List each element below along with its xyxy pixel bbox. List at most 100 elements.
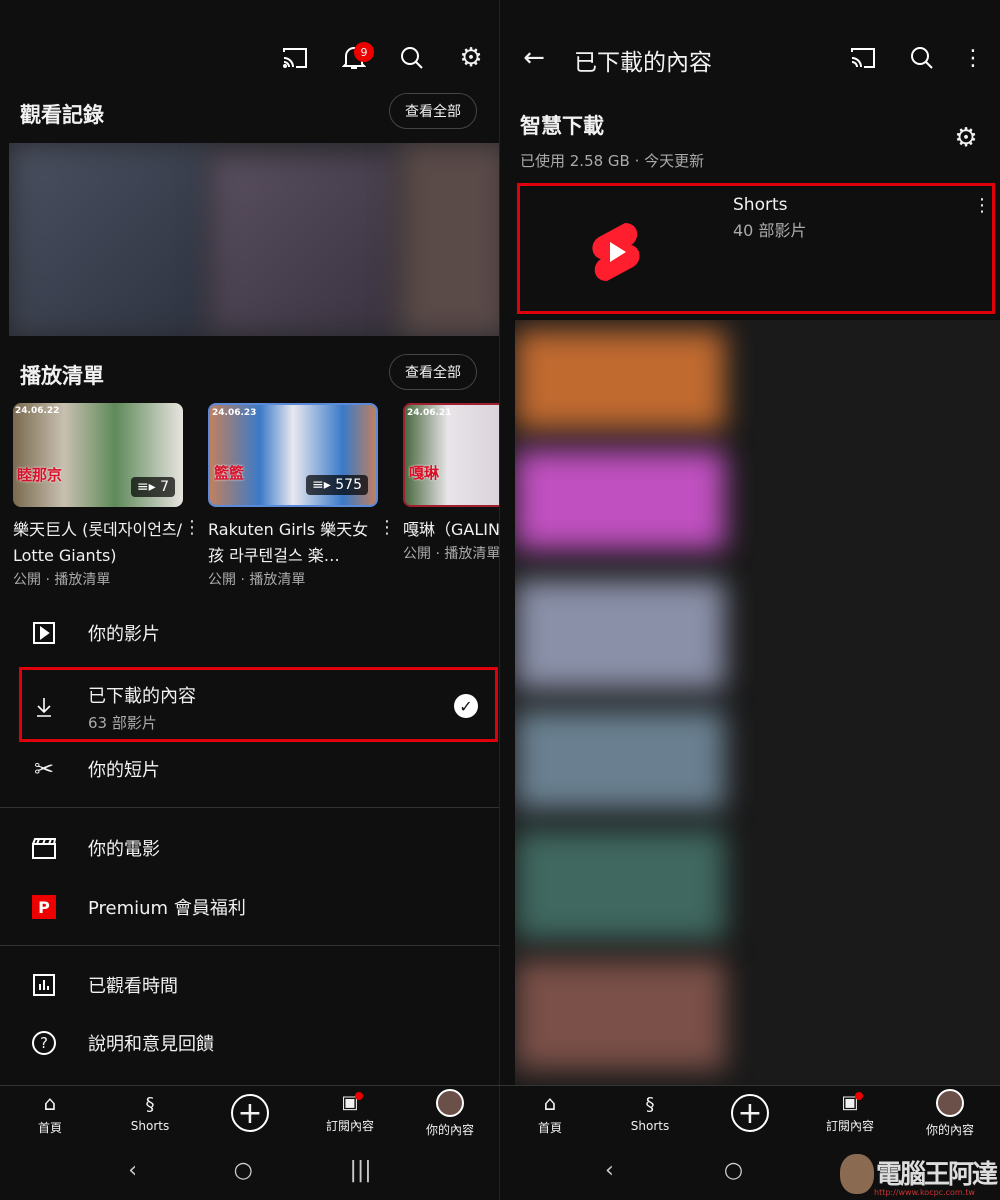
playlist-thumbnail[interactable]: 24.06.23 籃籃 ≡▸ 575: [208, 403, 378, 507]
search-icon[interactable]: [908, 44, 936, 72]
subscriptions-icon: ▣: [841, 1092, 863, 1113]
watermark-url: http://www.kocpc.com.tw: [874, 1188, 975, 1197]
library-panel: 9 ⚙ 觀看記錄 查看全部 播放清單 查看全部 24.06.22 睦那京 ≡▸ …: [0, 0, 500, 1200]
back-icon[interactable]: ‹: [128, 1158, 137, 1183]
more-icon[interactable]: ⋮: [183, 517, 201, 538]
playlist-meta: 公開 · 播放清單: [13, 572, 111, 588]
nav-shorts[interactable]: § Shorts: [600, 1086, 700, 1140]
nav-label: 首頁: [37, 1120, 62, 1135]
menu-label: 你的影片: [88, 624, 160, 645]
thumb-tag: 睦那京: [17, 466, 63, 484]
nav-label: Shorts: [630, 1118, 670, 1133]
scissors-icon: ✂: [33, 755, 55, 783]
playlist-meta: 公開 · 播放清單: [403, 546, 500, 562]
home-circle-icon[interactable]: ○: [234, 1158, 253, 1183]
cast-icon[interactable]: [849, 44, 877, 72]
watermark-mascot-icon: [840, 1154, 874, 1194]
settings-icon[interactable]: ⚙: [952, 123, 980, 153]
nav-label: 首頁: [537, 1120, 562, 1135]
playlist-title[interactable]: Rakuten Girls 樂天女孩 라쿠텐걸스 楽…: [208, 517, 378, 569]
notification-badge: 9: [354, 42, 374, 62]
nav-label: 訂閱內容: [325, 1119, 374, 1133]
cast-icon[interactable]: [281, 44, 309, 72]
playlists-title: 播放清單: [20, 364, 104, 388]
home-icon: ⌂: [543, 1090, 557, 1115]
playlist-title[interactable]: 嘎琳（GALIN: [403, 517, 499, 543]
nav-you[interactable]: 你的內容: [900, 1086, 1000, 1140]
history-carousel[interactable]: [9, 143, 499, 336]
thumb-date: 24.06.23: [212, 408, 257, 418]
thumb-date: 24.06.21: [407, 408, 452, 418]
playlist-meta: 公開 · 播放清單: [208, 572, 306, 588]
nav-subscriptions[interactable]: ▣ 訂閱內容: [300, 1086, 400, 1140]
avatar: [936, 1088, 964, 1117]
clapperboard-icon: [0, 837, 88, 859]
back-arrow-icon[interactable]: ←: [520, 43, 548, 73]
avatar: [436, 1088, 464, 1117]
playlist-title[interactable]: 樂天巨人 (롯데자이언츠/ Lotte Giants): [13, 517, 183, 569]
playlist-count: ≡▸ 7: [130, 477, 175, 497]
home-circle-icon[interactable]: ○: [724, 1158, 743, 1183]
system-nav: ‹ ○ |||: [0, 1140, 500, 1200]
premium-letter: P: [32, 895, 56, 919]
menu-label: 已觀看時間: [88, 976, 178, 997]
nav-home[interactable]: ⌂ 首頁: [500, 1086, 600, 1140]
menu-label: 你的短片: [88, 760, 160, 781]
back-icon[interactable]: ‹: [605, 1158, 614, 1183]
play-square-icon: [0, 622, 88, 644]
bottom-nav: ⌂ 首頁 § Shorts + ▣ 訂閱內容 你的內容: [500, 1085, 1000, 1140]
history-view-all-button[interactable]: 查看全部: [389, 93, 477, 129]
more-icon[interactable]: ⋮: [378, 517, 396, 538]
watermark: 電腦王阿達 http://www.kocpc.com.tw: [840, 1150, 1000, 1200]
divider: [0, 807, 499, 808]
nav-home[interactable]: ⌂ 首頁: [0, 1086, 100, 1140]
highlight-box: [517, 183, 995, 314]
menu-your-shorts[interactable]: ✂ 你的短片: [0, 747, 499, 791]
menu-label: 說明和意見回饋: [88, 1034, 214, 1055]
menu-watch-time[interactable]: 已觀看時間: [0, 963, 499, 1007]
thumb-tag: 籃籃: [214, 464, 245, 482]
help-icon: ?: [0, 1031, 88, 1055]
divider: [0, 945, 499, 946]
menu-your-movies[interactable]: 你的電影: [0, 826, 499, 870]
nav-create[interactable]: +: [700, 1086, 800, 1140]
thumb-tag: 嘎琳: [409, 464, 440, 482]
menu-premium[interactable]: P Premium 會員福利: [0, 885, 499, 929]
count-value: 7: [160, 479, 169, 495]
nav-label: 你的內容: [925, 1122, 974, 1137]
more-vert-icon[interactable]: ⋮: [960, 44, 986, 72]
nav-subscriptions[interactable]: ▣ 訂閱內容: [800, 1086, 900, 1140]
settings-icon[interactable]: ⚙: [457, 43, 485, 73]
smart-downloads-title: 智慧下載: [520, 114, 604, 138]
nav-create[interactable]: +: [200, 1086, 300, 1140]
thumb-date: 24.06.22: [15, 406, 60, 416]
nav-label: Shorts: [130, 1118, 170, 1133]
plus-circle-icon: +: [731, 1094, 769, 1132]
menu-your-videos[interactable]: 你的影片: [0, 611, 499, 655]
bottom-nav: ⌂ 首頁 § Shorts + ▣ 訂閱內容 你的內容: [0, 1085, 500, 1140]
history-title: 觀看記錄: [20, 103, 104, 127]
search-icon[interactable]: [398, 44, 426, 72]
playlist-count: ≡▸ 575: [306, 475, 368, 495]
subscriptions-icon: ▣: [341, 1092, 363, 1113]
nav-label: 你的內容: [425, 1122, 474, 1137]
nav-you[interactable]: 你的內容: [400, 1086, 500, 1140]
downloads-panel: ← 已下載的內容 ⋮ 智慧下載 已使用 2.58 GB · 今天更新 ⚙ Sho…: [500, 0, 1000, 1200]
shorts-icon: §: [145, 1093, 155, 1115]
playlist-thumbnail[interactable]: 24.06.21 嘎琳: [403, 403, 499, 507]
highlight-box: [19, 667, 498, 742]
storage-usage: 已使用 2.58 GB · 今天更新: [520, 152, 705, 170]
plus-circle-icon: +: [231, 1094, 269, 1132]
playlists-view-all-button[interactable]: 查看全部: [389, 354, 477, 390]
nav-shorts[interactable]: § Shorts: [100, 1086, 200, 1140]
recents-icon[interactable]: |||: [349, 1158, 371, 1183]
home-icon: ⌂: [43, 1090, 57, 1115]
premium-icon: P: [0, 895, 88, 919]
menu-help[interactable]: ? 說明和意見回饋: [0, 1021, 499, 1065]
count-value: 575: [335, 477, 362, 493]
playlist-thumbnail[interactable]: 24.06.22 睦那京 ≡▸ 7: [13, 403, 183, 507]
downloads-list-blurred[interactable]: [515, 320, 1000, 1085]
bar-chart-icon: [0, 974, 88, 996]
menu-label: Premium 會員福利: [88, 898, 246, 919]
shorts-icon: §: [645, 1093, 655, 1115]
